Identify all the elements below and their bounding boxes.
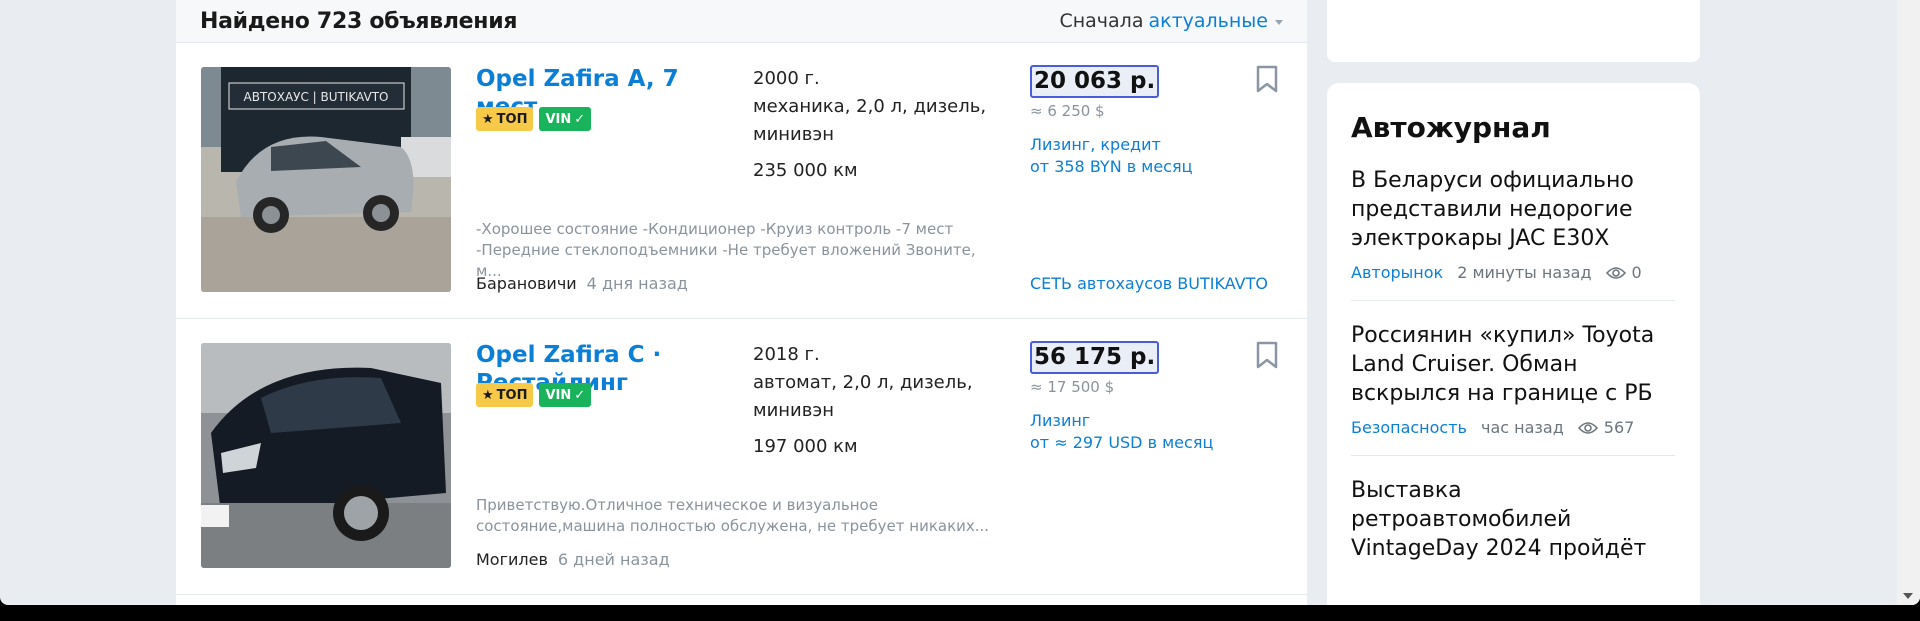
top-badge: ★ ТОП	[476, 383, 534, 407]
top-badge-label: ТОП	[496, 387, 528, 403]
top-badge-label: ТОП	[496, 111, 528, 127]
results-count: Найдено 723 объявления	[200, 8, 518, 34]
credit-line-2: от 358 BYN в месяц	[1030, 157, 1193, 176]
article-item[interactable]: Россиянин «купил» Toyota Land Cruiser. О…	[1351, 321, 1675, 456]
listing-time: 6 дней назад	[557, 550, 670, 569]
article-meta: Авторынок 2 минуты назад 0	[1351, 263, 1675, 282]
article-category-link[interactable]: Безопасность	[1351, 418, 1467, 437]
listings-panel: Найдено 723 объявления Сначала актуальны…	[176, 0, 1307, 605]
seller-link[interactable]: СЕТЬ автохаусов BUTIKAVTO	[1030, 274, 1268, 293]
listing-card[interactable]: АВТОХАУС | BUTIKAVTO Opel Zafira A, 7 ме…	[176, 43, 1307, 319]
listing-badges: ★ ТОП VIN ✓	[476, 383, 592, 407]
article-title-link[interactable]: В Беларуси официально представили недоро…	[1351, 166, 1675, 253]
credit-link[interactable]: Лизинг, кредит от 358 BYN в месяц	[1030, 134, 1290, 178]
article-item[interactable]: Выставка ретроавтомобилей VintageDay 202…	[1351, 476, 1675, 581]
listing-specs: 2000 г. механика, 2,0 л, дизель, минивэн…	[753, 65, 1013, 185]
bookmark-icon[interactable]	[1256, 65, 1278, 97]
listing-meta: Барановичи 4 дня назад	[476, 274, 688, 293]
listing-mileage: 235 000 км	[753, 160, 858, 181]
car-photo-image: АВТОХАУС | BUTIKAVTO	[201, 67, 451, 292]
check-icon: ✓	[574, 111, 586, 127]
credit-line-1: Лизинг	[1030, 411, 1091, 430]
listing-description: Приветствую.Отличное техническое и визуа…	[476, 496, 990, 535]
listing-price-column: 20 063 р. ≈ 6 250 $ Лизинг, кредит от 35…	[1030, 65, 1290, 178]
article-title-link[interactable]: Россиянин «купил» Toyota Land Cruiser. О…	[1351, 321, 1675, 408]
listing-badges: ★ ТОП VIN ✓	[476, 107, 592, 131]
vin-badge: VIN ✓	[539, 383, 592, 407]
page-scrollbar[interactable]	[1897, 0, 1920, 605]
article-views: 0	[1605, 263, 1642, 282]
price-usd: ≈ 6 250 $	[1030, 102, 1105, 120]
price-byn: 20 063 р.	[1030, 65, 1160, 98]
listing-photo[interactable]: АВТОХАУС | BUTIKAVTO	[201, 67, 451, 292]
listing-city: Могилев	[476, 550, 548, 569]
listing-year: 2000 г.	[753, 68, 820, 89]
listing-spec: механика, 2,0 л, дизель, минивэн	[753, 96, 987, 145]
top-badge: ★ ТОП	[476, 107, 534, 131]
article-views-count: 567	[1603, 418, 1635, 437]
vin-badge-label: VIN	[545, 111, 572, 127]
listing-spec: автомат, 2,0 л, дизель, минивэн	[753, 372, 973, 421]
car-photo-image	[201, 343, 451, 568]
listing-price-column: 56 175 р. ≈ 17 500 $ Лизинг от ≈ 297 USD…	[1030, 341, 1290, 454]
sidebar-ad-block	[1327, 0, 1700, 62]
article-views: 567	[1577, 418, 1635, 437]
credit-line-1: Лизинг, кредит	[1030, 135, 1161, 154]
credit-line-2: от ≈ 297 USD в месяц	[1030, 433, 1214, 452]
page-viewport: Найдено 723 объявления Сначала актуальны…	[0, 0, 1920, 605]
listing-year: 2018 г.	[753, 344, 820, 365]
listing-specs: 2018 г. автомат, 2,0 л, дизель, минивэн …	[753, 341, 1013, 461]
eye-icon	[1577, 421, 1598, 434]
vin-badge: VIN ✓	[539, 107, 592, 131]
article-item[interactable]: В Беларуси официально представили недоро…	[1351, 166, 1675, 301]
listings-header: Найдено 723 объявления Сначала актуальны…	[176, 0, 1307, 43]
article-meta: Безопасность час назад 567	[1351, 418, 1675, 437]
star-icon: ★	[482, 111, 494, 127]
sort-dropdown[interactable]: Сначала актуальные	[1059, 10, 1283, 32]
sidebar-title: Автожурнал	[1351, 111, 1551, 144]
star-icon: ★	[482, 387, 494, 403]
scroll-down-icon[interactable]	[1903, 593, 1913, 599]
autojournal-sidebar: Автожурнал В Беларуси официально предста…	[1327, 83, 1700, 605]
chevron-down-icon	[1275, 20, 1283, 25]
listing-city: Барановичи	[476, 274, 577, 293]
photo-sign-text: АВТОХАУС | BUTIKAVTO	[244, 90, 389, 104]
listing-mileage: 197 000 км	[753, 436, 858, 457]
article-title-link[interactable]: Выставка ретроавтомобилей VintageDay 202…	[1351, 476, 1675, 563]
check-icon: ✓	[574, 387, 586, 403]
listing-meta: Могилев 6 дней назад	[476, 550, 670, 569]
listing-description: -Хорошее состояние -Кондиционер -Круиз к…	[476, 220, 976, 280]
eye-icon	[1605, 266, 1626, 279]
article-time: час назад	[1480, 418, 1564, 437]
article-views-count: 0	[1631, 263, 1642, 282]
credit-link[interactable]: Лизинг от ≈ 297 USD в месяц	[1030, 410, 1290, 454]
listing-card[interactable]: Opel Zafira C · Рестайлинг ★ТОП VIN✓ 201…	[176, 319, 1307, 595]
vin-badge-label: VIN	[545, 387, 572, 403]
listing-photo[interactable]	[201, 343, 451, 568]
sort-value[interactable]: актуальные	[1148, 10, 1268, 32]
sort-prefix: Сначала	[1059, 10, 1144, 32]
listing-time: 4 дня назад	[586, 274, 688, 293]
article-category-link[interactable]: Авторынок	[1351, 263, 1443, 282]
bookmark-icon[interactable]	[1256, 341, 1278, 373]
price-byn: 56 175 р.	[1030, 341, 1160, 374]
article-time: 2 минуты назад	[1457, 263, 1592, 282]
price-usd: ≈ 17 500 $	[1030, 378, 1115, 396]
